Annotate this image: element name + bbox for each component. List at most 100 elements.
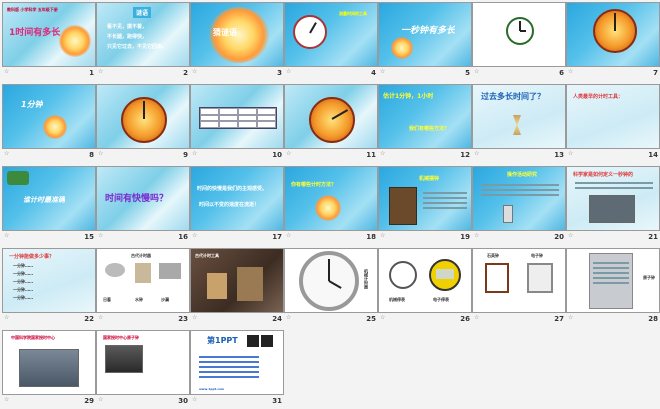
slide-number: 5 — [465, 69, 470, 77]
slide-title: 古代计时器 — [131, 253, 151, 258]
slide-thumbnail-11[interactable]: ☆ 11 — [284, 84, 378, 164]
transition-icon: ☆ — [380, 150, 386, 157]
slide-number: 21 — [648, 233, 658, 241]
slide-text-line: 一分钟…… — [13, 263, 33, 268]
slide-title: 你有哪些计时方法？ — [291, 182, 337, 188]
slide-number: 8 — [89, 151, 94, 159]
slide-number: 10 — [272, 151, 282, 159]
slide-thumbnail-5[interactable]: 一秒钟有多长 ☆ 5 — [378, 2, 472, 82]
slide-number: 9 — [183, 151, 188, 159]
slide-number: 3 — [277, 69, 282, 77]
slide-thumbnail-13[interactable]: 过去多长时间了？ ☆ 13 — [472, 84, 566, 164]
transition-icon: ☆ — [4, 396, 10, 403]
slide-number: 7 — [653, 69, 658, 77]
slide-thumbnail-16[interactable]: 时间有快慢吗？ ☆ 16 — [96, 166, 190, 246]
slide-title: 第1PPT — [207, 336, 238, 345]
slide-thumbnail-28[interactable]: 原子钟 ☆ 28 — [566, 248, 660, 328]
slide-thumbnail-26[interactable]: 机械停表 电子停表 ☆ 26 — [378, 248, 472, 328]
slide-thumbnail-7[interactable]: ☆ 7 — [566, 2, 660, 82]
slide-thumbnail-23[interactable]: 古代计时器 日晷 水钟 沙漏 ☆ 23 — [96, 248, 190, 328]
transition-icon: ☆ — [4, 232, 10, 239]
transition-icon: ☆ — [4, 150, 10, 157]
slide-title: 谁计时最准确 — [23, 196, 65, 204]
image-caption: 电子钟 — [531, 253, 543, 258]
image-caption: 电子停表 — [433, 297, 449, 302]
slide-thumbnail-20[interactable]: 操作活动研究 ☆ 20 — [472, 166, 566, 246]
transition-icon: ☆ — [98, 232, 104, 239]
image-caption: 石英钟 — [487, 253, 499, 258]
slide-number: 23 — [178, 315, 188, 323]
slide-number: 20 — [554, 233, 564, 241]
transition-icon: ☆ — [192, 396, 198, 403]
slide-number: 11 — [366, 151, 376, 159]
slide-text: 机械计时器 — [364, 269, 369, 289]
slide-title: 猜谜语 — [213, 28, 237, 37]
transition-icon: ☆ — [568, 150, 574, 157]
slide-thumbnail-4[interactable]: 测量时间的工具 ☆ 4 — [284, 2, 378, 82]
slide-thumbnail-22[interactable]: 一分钟能做多少事？ 一分钟…… 一分钟…… 一分钟…… 一分钟…… 一分钟…… … — [2, 248, 96, 328]
slide-text: 我们有哪些方法？ — [409, 126, 450, 132]
slide-number: 26 — [460, 315, 470, 323]
slide-number: 17 — [272, 233, 282, 241]
slide-number: 25 — [366, 315, 376, 323]
slide-thumbnail-30[interactable]: 国家授时中心原子钟 ☆ 30 — [96, 330, 190, 409]
transition-icon: ☆ — [568, 314, 574, 321]
slide-title: 1时间有多长 — [9, 28, 61, 38]
slide-number: 15 — [84, 233, 94, 241]
slide-text: 测量时间的工具 — [339, 11, 367, 16]
transition-icon: ☆ — [568, 232, 574, 239]
slide-thumbnail-15[interactable]: 谁计时最准确 ☆ 15 — [2, 166, 96, 246]
slide-text: www.1ppt.com — [199, 387, 225, 391]
slide-thumbnail-12[interactable]: 估计1分钟，1小时 我们有哪些方法？ ☆ 12 — [378, 84, 472, 164]
slide-thumbnail-27[interactable]: 石英钟 电子钟 ☆ 27 — [472, 248, 566, 328]
slide-thumbnail-18[interactable]: 你有哪些计时方法？ ☆ 18 — [284, 166, 378, 246]
slide-thumbnail-25[interactable]: 机械计时器 ☆ 25 — [284, 248, 378, 328]
slide-number: 24 — [272, 315, 282, 323]
slide-number: 22 — [84, 315, 94, 323]
slide-thumbnail-17[interactable]: 时间的快慢是我们的主观感受。 时间以不变的速度在流逝！ ☆ 17 — [190, 166, 284, 246]
slide-title: 人类最早的计时工具： — [573, 94, 624, 100]
slide-number: 31 — [272, 397, 282, 405]
slide-text-line: 一分钟…… — [13, 295, 33, 300]
slide-title: 过去多长时间了？ — [481, 92, 545, 101]
transition-icon: ☆ — [474, 314, 480, 321]
slide-thumbnail-10[interactable]: ☆ 10 — [190, 84, 284, 164]
transition-icon: ☆ — [98, 314, 104, 321]
slide-text: 操作活动研究 — [507, 172, 538, 178]
transition-icon: ☆ — [568, 68, 574, 75]
transition-icon: ☆ — [474, 68, 480, 75]
slide-thumbnail-9[interactable]: ☆ 9 — [96, 84, 190, 164]
slide-thumbnail-6[interactable]: ☆ 6 — [472, 2, 566, 82]
slide-thumbnail-31[interactable]: 第1PPT www.1ppt.com ☆ 31 — [190, 330, 284, 409]
slide-number: 30 — [178, 397, 188, 405]
slide-thumbnail-8[interactable]: 1分钟 ☆ 8 — [2, 84, 96, 164]
slide-thumbnail-2[interactable]: 谜语 看不见，摸不着， 不长腿，跑得快， 只见它过去，不见它回来。 ☆ 2 — [96, 2, 190, 82]
slide-text-line: 一分钟…… — [13, 271, 33, 276]
slide-number: 29 — [84, 397, 94, 405]
transition-icon: ☆ — [4, 68, 10, 75]
slide-thumbnail-3[interactable]: 猜谜语 ☆ 3 — [190, 2, 284, 82]
transition-icon: ☆ — [192, 150, 198, 157]
slide-thumbnail-19[interactable]: 机械摆钟 ☆ 19 — [378, 166, 472, 246]
transition-icon: ☆ — [380, 314, 386, 321]
transition-icon: ☆ — [286, 232, 292, 239]
image-caption: 机械停表 — [389, 297, 405, 302]
transition-icon: ☆ — [286, 68, 292, 75]
transition-icon: ☆ — [380, 232, 386, 239]
slide-text-line: 看不见，摸不着， — [107, 24, 148, 30]
slide-text-line: 不长腿，跑得快， — [107, 34, 148, 40]
slide-title: 一分钟能做多少事？ — [9, 254, 55, 260]
slide-title: 科学家是如何定义一秒钟的 — [573, 172, 634, 178]
transition-icon: ☆ — [98, 396, 104, 403]
slide-thumbnail-21[interactable]: 科学家是如何定义一秒钟的 ☆ 21 — [566, 166, 660, 246]
slide-thumbnail-29[interactable]: 中国科学院国家授时中心 ☆ 29 — [2, 330, 96, 409]
slide-number: 13 — [554, 151, 564, 159]
slide-thumbnail-14[interactable]: 人类最早的计时工具： ☆ 14 — [566, 84, 660, 164]
slide-thumbnail-24[interactable]: 古代计时工具 ☆ 24 — [190, 248, 284, 328]
image-caption: 水钟 — [135, 297, 143, 302]
slide-text: 机械摆钟 — [419, 176, 440, 182]
transition-icon: ☆ — [98, 68, 104, 75]
slide-thumbnail-1[interactable]: 教科版 小学科学 五年级下册 1时间有多长 ☆ 1 — [2, 2, 96, 82]
slide-title: 古代计时工具 — [195, 253, 219, 258]
transition-icon: ☆ — [380, 68, 386, 75]
